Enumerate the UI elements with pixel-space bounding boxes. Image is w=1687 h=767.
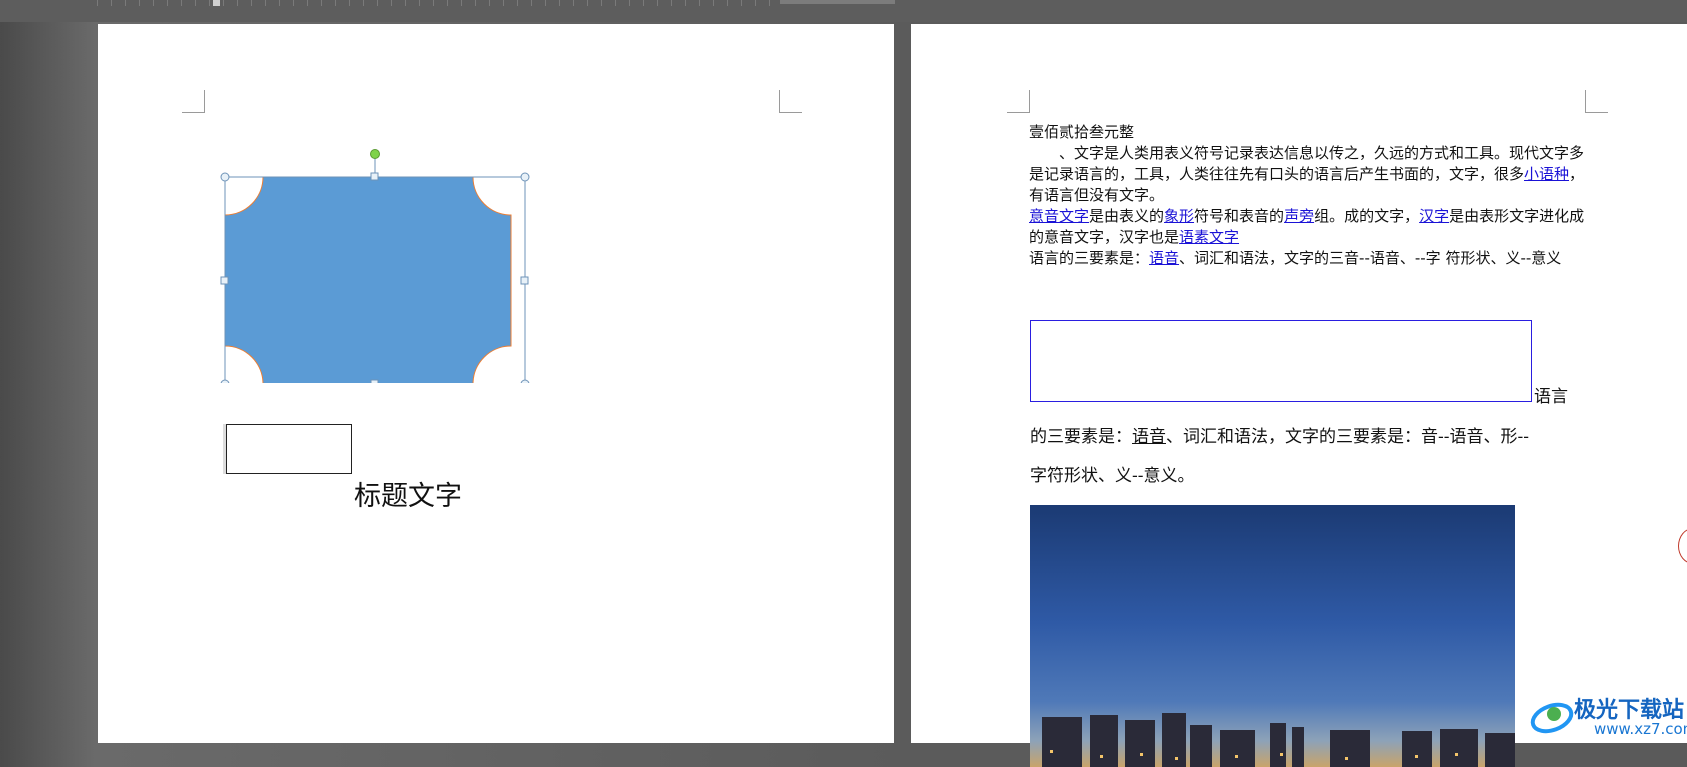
document-body-text[interactable]: 壹佰贰拾叁元整 、文字是人类用表义符号记录表达信息以传之，久远的方式和工具。现代…: [1029, 122, 1589, 269]
title-text[interactable]: 标题文字: [354, 474, 462, 513]
serif-text: 的三要素是：: [1030, 427, 1132, 447]
paragraph-2-text: 是由表义的: [1089, 207, 1165, 225]
rotate-handle[interactable]: [370, 149, 380, 159]
watermark-url: www.xz7.com: [1594, 720, 1687, 738]
paragraph-3-text: 语言的三要素是：: [1029, 249, 1150, 267]
link-yusuwenzi[interactable]: 语素文字: [1179, 228, 1239, 246]
paragraph-1: 、文字是人类用表义符号记录表达信息以传之，久远的方式和工具。现代文字多是记录语言…: [1029, 143, 1589, 206]
resize-handle[interactable]: [370, 172, 379, 181]
paragraph-2-text: 组。成的文字，: [1314, 207, 1420, 225]
resize-handle[interactable]: [520, 276, 529, 285]
night-city-photo[interactable]: [1030, 505, 1515, 767]
watermark-logo-icon: [1530, 702, 1574, 734]
serif-text-line-1: 的三要素是：语音、词汇和语法，文字的三要素是：音--语音、形--: [1030, 422, 1529, 447]
shape-body[interactable]: [224, 176, 512, 383]
document-page-2[interactable]: 壹佰贰拾叁元整 、文字是人类用表义符号记录表达信息以传之，久远的方式和工具。现代…: [911, 24, 1687, 767]
amount-line: 壹佰贰拾叁元整: [1029, 123, 1135, 141]
resize-handle[interactable]: [220, 379, 230, 383]
paragraph-2-text: 符号和表音的: [1194, 207, 1285, 225]
margin-corner-mark: [1007, 90, 1030, 113]
serif-text-line-2: 字符形状、义--意义。: [1030, 466, 1195, 486]
serif-text: 、词汇和语法，文字的三要素是：音--语音、形--: [1166, 427, 1529, 447]
paragraph-3-text: 、词汇和语法，文字的三音--语音、--字 符形状、义--意义: [1179, 249, 1562, 267]
link-hanzi[interactable]: 汉字: [1419, 207, 1449, 225]
link-xiangxing[interactable]: 象形: [1164, 207, 1194, 225]
resize-handle[interactable]: [220, 172, 230, 182]
resize-handle[interactable]: [520, 172, 530, 182]
resize-handle[interactable]: [520, 379, 530, 383]
city-skyline-image: [1030, 505, 1515, 767]
paragraph-1-text: 、文字是人类用表义符号记录表达信息以传之，久远的方式和工具。现代文字多是记录语言…: [1029, 144, 1585, 183]
resize-handle[interactable]: [220, 276, 229, 285]
resize-handle[interactable]: [370, 379, 379, 383]
margin-corner-mark: [779, 90, 802, 113]
link-shengpang[interactable]: 声旁: [1284, 207, 1314, 225]
link-yuyin[interactable]: 语音: [1149, 249, 1179, 267]
selected-rectangle-shape[interactable]: [219, 140, 531, 383]
snipped-corner-rectangle[interactable]: [219, 140, 531, 383]
link-xiaoyuzhong[interactable]: 小语种: [1524, 165, 1569, 183]
link-yiyinwenzi[interactable]: 意音文字: [1029, 207, 1089, 225]
document-page-1[interactable]: 标题文字: [98, 24, 894, 743]
empty-text-box[interactable]: [226, 424, 352, 474]
paragraph-2: 意音文字是由表义的象形符号和表音的声旁组。成的文字，汉字是由表形文字进化成的意音…: [1029, 206, 1589, 248]
underlined-word: 语音: [1132, 427, 1166, 447]
ruler-indent-marker[interactable]: [213, 0, 220, 6]
inline-text-box[interactable]: [1030, 320, 1532, 402]
paragraph-3: 语言的三要素是：语音、词汇和语法，文字的三音--语音、--字 符形状、义--意义: [1029, 248, 1589, 269]
margin-corner-mark: [182, 90, 205, 113]
text-after-box: 语言: [1534, 387, 1568, 407]
ruler-segment: [780, 0, 895, 4]
horizontal-ruler[interactable]: [97, 0, 777, 6]
margin-corner-mark: [1585, 90, 1608, 113]
